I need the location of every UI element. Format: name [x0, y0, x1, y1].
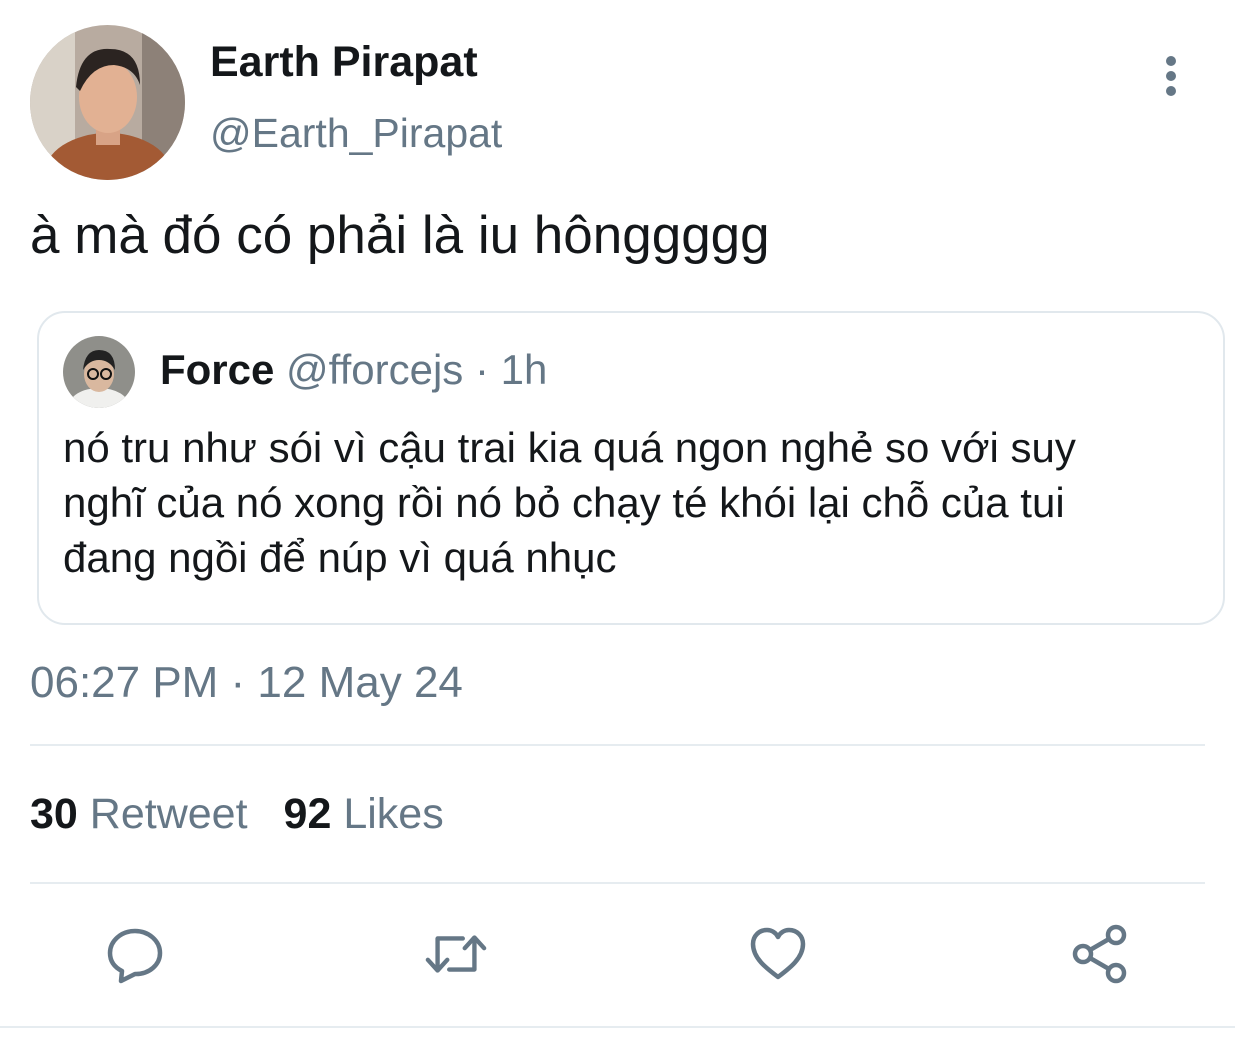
tweet-text: à mà đó có phải là iu hônggggg	[30, 206, 770, 265]
more-options-button[interactable]	[1150, 52, 1192, 100]
reply-button[interactable]	[103, 922, 167, 986]
likes-label: Likes	[343, 790, 444, 838]
more-vertical-icon	[1166, 56, 1176, 96]
quoted-tweet-header: Force @fforcejs · 1h	[160, 346, 547, 394]
retweet-button[interactable]	[424, 922, 488, 986]
tweet-stats: 30 Retweet 92 Likes	[30, 790, 444, 839]
like-button[interactable]	[746, 922, 810, 986]
quoted-time-ago: 1h	[500, 346, 548, 393]
author-avatar-photo	[30, 25, 185, 180]
quoted-author-name[interactable]: Force	[160, 346, 274, 393]
author-display-name[interactable]: Earth Pirapat	[210, 38, 478, 87]
retweet-stat[interactable]: 30 Retweet	[30, 790, 248, 838]
retweet-label: Retweet	[89, 790, 248, 838]
tweet-timestamp[interactable]: 06:27 PM · 12 May 24	[30, 658, 463, 708]
reply-icon	[107, 928, 163, 984]
quoted-author-avatar[interactable]	[63, 336, 135, 408]
likes-count: 92	[283, 790, 332, 838]
author-handle[interactable]: @Earth_Pirapat	[210, 110, 502, 157]
retweet-count: 30	[30, 790, 78, 838]
retweet-icon	[425, 935, 487, 973]
heart-icon	[750, 927, 806, 980]
divider	[30, 882, 1205, 884]
quoted-author-handle[interactable]: @fforcejs	[286, 346, 463, 393]
quoted-author-avatar-photo	[63, 336, 135, 408]
share-icon	[1072, 924, 1127, 984]
likes-stat[interactable]: 92 Likes	[284, 790, 444, 838]
quoted-separator: ·	[463, 346, 501, 393]
author-avatar[interactable]	[30, 25, 185, 180]
divider	[30, 744, 1205, 746]
quoted-tweet-text: nó tru như sói vì cậu trai kia quá ngon …	[63, 424, 1076, 581]
share-button[interactable]	[1068, 922, 1132, 986]
divider	[0, 1026, 1235, 1028]
